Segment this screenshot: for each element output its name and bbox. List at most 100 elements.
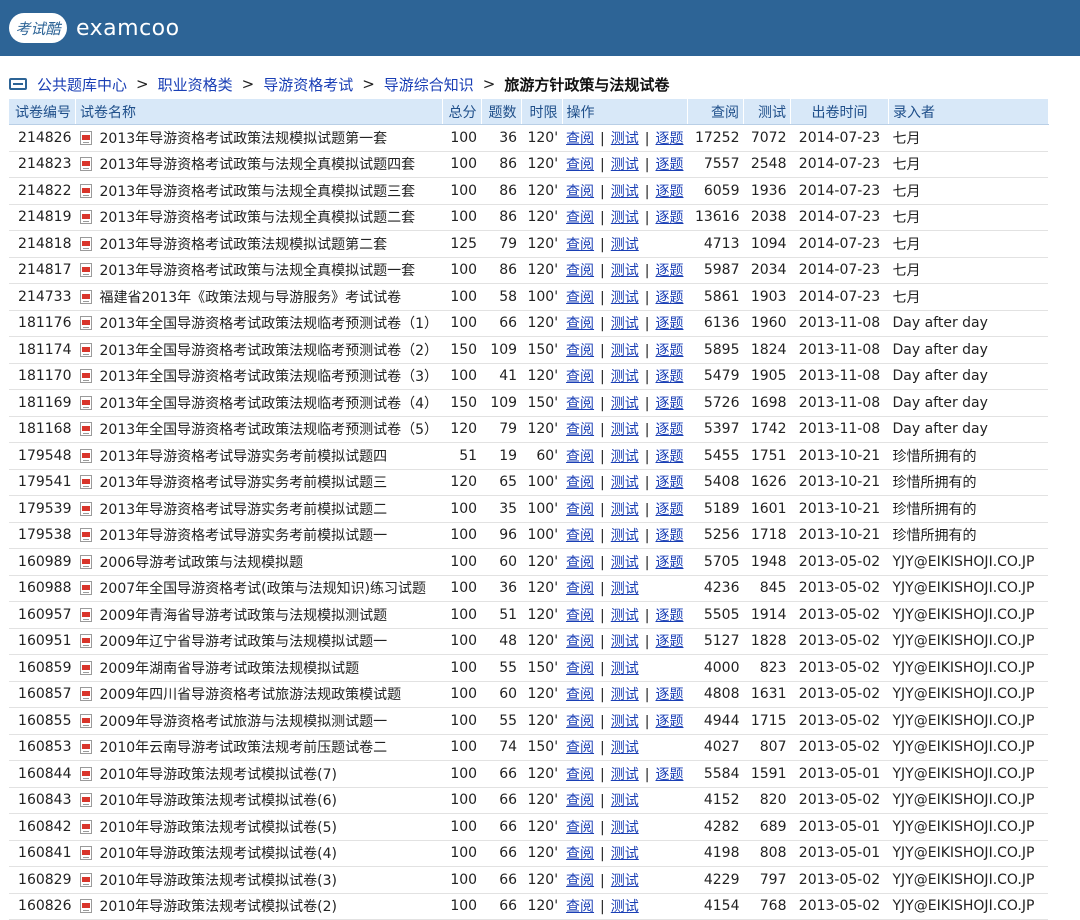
view-link[interactable]: 查阅 bbox=[566, 634, 594, 650]
view-link[interactable]: 查阅 bbox=[566, 767, 594, 783]
view-link[interactable]: 查阅 bbox=[566, 555, 594, 571]
per-question-link[interactable]: 逐题 bbox=[655, 475, 683, 491]
per-question-link[interactable]: 逐题 bbox=[655, 767, 683, 783]
test-link[interactable]: 测试 bbox=[611, 449, 639, 465]
test-link[interactable]: 测试 bbox=[611, 899, 639, 915]
cell-operations: 查阅 | 测试 | 逐题 bbox=[562, 628, 688, 655]
test-link[interactable]: 测试 bbox=[611, 820, 639, 836]
per-question-link[interactable]: 逐题 bbox=[655, 449, 683, 465]
view-link[interactable]: 查阅 bbox=[566, 422, 594, 438]
view-link[interactable]: 查阅 bbox=[566, 846, 594, 862]
view-link[interactable]: 查阅 bbox=[566, 899, 594, 915]
test-link[interactable]: 测试 bbox=[611, 608, 639, 624]
per-question-link[interactable]: 逐题 bbox=[655, 131, 683, 147]
test-link[interactable]: 测试 bbox=[611, 661, 639, 677]
test-link[interactable]: 测试 bbox=[611, 396, 639, 412]
cell-operations: 查阅 | 测试 | 逐题 bbox=[562, 707, 688, 735]
cell-test-count: 2038 bbox=[743, 204, 791, 231]
test-link[interactable]: 测试 bbox=[611, 475, 639, 491]
breadcrumb-link-category[interactable]: 职业资格类 bbox=[158, 74, 233, 95]
view-link[interactable]: 查阅 bbox=[566, 661, 594, 677]
per-question-link[interactable]: 逐题 bbox=[655, 634, 683, 650]
col-header-date[interactable]: 出卷时间 bbox=[790, 99, 889, 125]
test-link[interactable]: 测试 bbox=[611, 873, 639, 889]
test-link[interactable]: 测试 bbox=[611, 740, 639, 756]
test-link[interactable]: 测试 bbox=[611, 316, 639, 332]
col-header-tests[interactable]: 测试 bbox=[743, 99, 791, 125]
view-link[interactable]: 查阅 bbox=[566, 475, 594, 491]
test-link[interactable]: 测试 bbox=[611, 290, 639, 306]
test-link[interactable]: 测试 bbox=[611, 528, 639, 544]
per-question-link[interactable]: 逐题 bbox=[655, 555, 683, 571]
view-link[interactable]: 查阅 bbox=[566, 873, 594, 889]
test-link[interactable]: 测试 bbox=[611, 846, 639, 862]
per-question-link[interactable]: 逐题 bbox=[655, 369, 683, 385]
view-link[interactable]: 查阅 bbox=[566, 237, 594, 253]
col-header-id[interactable]: 试卷编号 bbox=[9, 99, 76, 125]
per-question-link[interactable]: 逐题 bbox=[655, 714, 683, 730]
col-header-author[interactable]: 录入者 bbox=[888, 99, 1049, 125]
per-question-link[interactable]: 逐题 bbox=[655, 422, 683, 438]
per-question-link[interactable]: 逐题 bbox=[655, 263, 683, 279]
view-link[interactable]: 查阅 bbox=[566, 820, 594, 836]
test-link[interactable]: 测试 bbox=[611, 263, 639, 279]
test-link[interactable]: 测试 bbox=[611, 581, 639, 597]
view-link[interactable]: 查阅 bbox=[566, 528, 594, 544]
test-link[interactable]: 测试 bbox=[611, 422, 639, 438]
per-question-link[interactable]: 逐题 bbox=[655, 528, 683, 544]
site-name[interactable]: examcoo bbox=[76, 16, 180, 41]
breadcrumb-link-subject[interactable]: 导游综合知识 bbox=[384, 74, 474, 95]
test-link[interactable]: 测试 bbox=[611, 210, 639, 226]
breadcrumb-link-exam[interactable]: 导游资格考试 bbox=[263, 74, 353, 95]
col-header-views[interactable]: 查阅 bbox=[687, 99, 744, 125]
per-question-link[interactable]: 逐题 bbox=[655, 316, 683, 332]
per-question-link[interactable]: 逐题 bbox=[655, 157, 683, 173]
view-link[interactable]: 查阅 bbox=[566, 449, 594, 465]
test-link[interactable]: 测试 bbox=[611, 687, 639, 703]
per-question-link[interactable]: 逐题 bbox=[655, 290, 683, 306]
view-link[interactable]: 查阅 bbox=[566, 687, 594, 703]
per-question-link[interactable]: 逐题 bbox=[655, 687, 683, 703]
view-link[interactable]: 查阅 bbox=[566, 793, 594, 809]
per-question-link[interactable]: 逐题 bbox=[655, 396, 683, 412]
view-link[interactable]: 查阅 bbox=[566, 608, 594, 624]
per-question-link[interactable]: 逐题 bbox=[655, 608, 683, 624]
test-link[interactable]: 测试 bbox=[611, 502, 639, 518]
view-link[interactable]: 查阅 bbox=[566, 131, 594, 147]
test-link[interactable]: 测试 bbox=[611, 131, 639, 147]
view-link[interactable]: 查阅 bbox=[566, 369, 594, 385]
view-link[interactable]: 查阅 bbox=[566, 740, 594, 756]
breadcrumb-link-root[interactable]: 公共题库中心 bbox=[37, 74, 127, 95]
view-link[interactable]: 查阅 bbox=[566, 157, 594, 173]
test-link[interactable]: 测试 bbox=[611, 237, 639, 253]
view-link[interactable]: 查阅 bbox=[566, 343, 594, 359]
col-header-score[interactable]: 总分 bbox=[442, 99, 482, 125]
test-link[interactable]: 测试 bbox=[611, 555, 639, 571]
view-link[interactable]: 查阅 bbox=[566, 184, 594, 200]
test-link[interactable]: 测试 bbox=[611, 714, 639, 730]
col-header-name[interactable]: 试卷名称 bbox=[75, 99, 443, 125]
view-link[interactable]: 查阅 bbox=[566, 396, 594, 412]
test-link[interactable]: 测试 bbox=[611, 184, 639, 200]
per-question-link[interactable]: 逐题 bbox=[655, 184, 683, 200]
view-link[interactable]: 查阅 bbox=[566, 316, 594, 332]
per-question-link[interactable]: 逐题 bbox=[655, 502, 683, 518]
test-link[interactable]: 测试 bbox=[611, 369, 639, 385]
view-link[interactable]: 查阅 bbox=[566, 581, 594, 597]
test-link[interactable]: 测试 bbox=[611, 767, 639, 783]
site-logo[interactable]: 考试酷 bbox=[9, 13, 67, 43]
cell-time-limit: 120' bbox=[521, 310, 563, 337]
col-header-time[interactable]: 时限 bbox=[521, 99, 563, 125]
view-link[interactable]: 查阅 bbox=[566, 714, 594, 730]
test-link[interactable]: 测试 bbox=[611, 793, 639, 809]
test-link[interactable]: 测试 bbox=[611, 634, 639, 650]
per-question-link[interactable]: 逐题 bbox=[655, 210, 683, 226]
view-link[interactable]: 查阅 bbox=[566, 290, 594, 306]
per-question-link[interactable]: 逐题 bbox=[655, 343, 683, 359]
test-link[interactable]: 测试 bbox=[611, 343, 639, 359]
test-link[interactable]: 测试 bbox=[611, 157, 639, 173]
view-link[interactable]: 查阅 bbox=[566, 502, 594, 518]
col-header-questions[interactable]: 题数 bbox=[481, 99, 522, 125]
view-link[interactable]: 查阅 bbox=[566, 263, 594, 279]
view-link[interactable]: 查阅 bbox=[566, 210, 594, 226]
